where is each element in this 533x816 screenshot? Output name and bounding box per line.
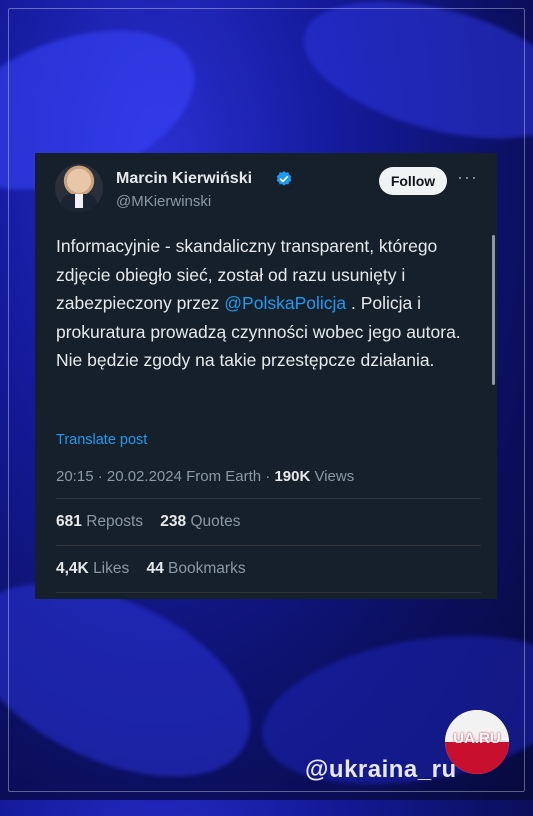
mention-link[interactable]: @PolskaPolicja xyxy=(224,293,346,313)
follow-button[interactable]: Follow xyxy=(379,167,447,195)
reposts-quotes-row: 681 Reposts 238 Quotes xyxy=(56,513,240,531)
post-timestamp[interactable]: 20:15 · 20.02.2024 From Earth · xyxy=(56,468,274,485)
post-meta: 20:15 · 20.02.2024 From Earth · 190K Vie… xyxy=(56,468,354,485)
author-name[interactable]: Marcin Kierwiński xyxy=(116,170,252,188)
logo-text: UA.RU xyxy=(453,730,501,747)
tweet-card: Marcin Kierwiński @MKierwinski Follow ··… xyxy=(35,153,497,599)
bookmarks-stat[interactable]: 44 Bookmarks xyxy=(146,560,245,577)
watermark: @ukraina_ru xyxy=(305,756,457,783)
translate-post-link[interactable]: Translate post xyxy=(56,432,147,448)
divider xyxy=(56,592,481,593)
divider xyxy=(56,545,481,546)
verified-badge-icon xyxy=(276,171,292,186)
post-text: Informacyjnie - skandaliczny transparent… xyxy=(56,232,481,375)
ua-ru-logo: UA.RU xyxy=(445,710,509,774)
divider xyxy=(56,498,481,499)
likes-bookmarks-row: 4,4K Likes 44 Bookmarks xyxy=(56,560,246,578)
views-count: 190K xyxy=(274,468,311,485)
scrollbar[interactable] xyxy=(492,235,495,385)
views-label: Views xyxy=(310,468,355,485)
quotes-stat[interactable]: 238 Quotes xyxy=(160,513,240,530)
likes-stat[interactable]: 4,4K Likes xyxy=(56,560,129,577)
more-options-icon[interactable]: ··· xyxy=(457,167,478,188)
avatar[interactable] xyxy=(55,164,103,212)
reposts-stat[interactable]: 681 Reposts xyxy=(56,513,143,530)
author-handle[interactable]: @MKierwinski xyxy=(116,193,211,210)
